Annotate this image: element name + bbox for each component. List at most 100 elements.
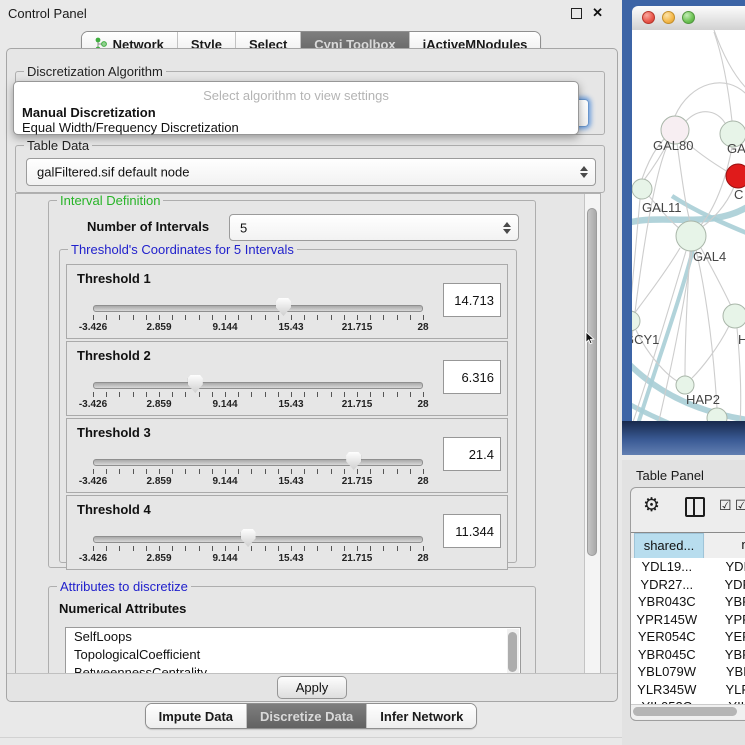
tick-mark <box>317 315 318 320</box>
threshold-value-field[interactable]: 21.4 <box>443 437 501 471</box>
slider-track[interactable] <box>93 536 423 543</box>
tick-mark <box>251 315 252 320</box>
close-icon[interactable]: ✕ <box>592 5 603 21</box>
table-row[interactable]: YBR043CYBR0 <box>631 593 745 611</box>
cell-shared-name[interactable]: YBR045C <box>631 646 703 664</box>
table-row[interactable]: YDR27...YDR2 <box>631 576 745 594</box>
group-title: Threshold's Coordinates for 5 Intervals <box>68 242 297 257</box>
cell-name[interactable]: YBR0 <box>703 646 745 664</box>
tick-mark <box>159 546 160 551</box>
threshold-slider[interactable]: -3.4262.8599.14415.4321.71528 <box>93 382 423 411</box>
scrollbar-thumb[interactable] <box>508 632 517 672</box>
divider <box>0 737 622 738</box>
cell-shared-name[interactable]: YDL19... <box>631 558 703 576</box>
cell-shared-name[interactable]: YDR27... <box>631 576 703 594</box>
tick-mark <box>212 546 213 551</box>
cell-shared-name[interactable]: YBL079W <box>631 663 703 681</box>
cell-shared-name[interactable]: YPR145W <box>631 611 703 629</box>
column-header-shared-name[interactable]: shared... <box>634 533 704 559</box>
cell-shared-name[interactable]: YBR043C <box>631 593 703 611</box>
tab-infer-network[interactable]: Infer Network <box>366 704 476 728</box>
table-row[interactable]: YBR045CYBR0 <box>631 646 745 664</box>
tab-impute-data[interactable]: Impute Data <box>146 704 246 728</box>
slider-ticks <box>93 392 423 398</box>
tick-mark <box>172 315 173 320</box>
slider-thumb[interactable] <box>188 375 203 393</box>
gear-icon[interactable]: ⚙ <box>643 494 660 516</box>
tick-mark <box>185 315 186 320</box>
control-panel-titlebar: Control Panel ✕ <box>0 0 622 26</box>
tick-mark <box>370 469 371 474</box>
node-label: GCY1 <box>624 332 659 347</box>
table-data-combo[interactable]: galFiltered.sif default node <box>26 158 596 186</box>
threshold-value-field[interactable]: 14.713 <box>443 283 501 317</box>
threshold-value-field[interactable]: 11.344 <box>443 514 501 548</box>
table-row[interactable]: YPR145WYPR1 <box>631 611 745 629</box>
tick-mark <box>225 469 226 474</box>
table-row[interactable]: YBL079WYBL0 <box>631 663 745 681</box>
settings-vertical-scrollbar[interactable] <box>584 194 600 674</box>
network-node[interactable] <box>632 179 652 199</box>
slider-track[interactable] <box>93 382 423 389</box>
cell-shared-name[interactable]: YER054C <box>631 628 703 646</box>
table-row[interactable]: YLR345WYLR3 <box>631 681 745 699</box>
checkbox-icon[interactable]: ☑ <box>735 498 745 514</box>
cell-name[interactable]: YDR2 <box>703 576 745 594</box>
slider-thumb[interactable] <box>346 452 361 470</box>
network-node[interactable] <box>622 311 640 331</box>
tick-mark <box>423 315 424 320</box>
tick-mark <box>172 392 173 397</box>
popup-option-equal-width-frequency[interactable]: Equal Width/Frequency Discretization <box>14 120 578 135</box>
float-window-icon[interactable] <box>571 8 582 19</box>
table-horizontal-scrollbar[interactable] <box>631 704 745 719</box>
tick-mark <box>423 546 424 551</box>
thresholds-list: Threshold 1 -3.4262.8599.14415.4321.7152… <box>66 264 508 572</box>
tick-mark <box>278 469 279 474</box>
scale-label: 15.43 <box>278 399 303 410</box>
attribute-list-item[interactable]: SelfLoops <box>66 628 520 646</box>
tick-mark <box>133 315 134 320</box>
slider-track[interactable] <box>93 459 423 466</box>
network-node[interactable] <box>676 221 706 251</box>
network-node[interactable] <box>726 164 745 188</box>
cell-name[interactable]: YDL1 <box>703 558 745 576</box>
scale-label: -3.426 <box>79 553 107 564</box>
slider-thumb[interactable] <box>241 529 256 547</box>
tab-discretize-data[interactable]: Discretize Data <box>246 704 366 728</box>
cell-name[interactable]: YPR1 <box>703 611 745 629</box>
threshold-slider[interactable]: -3.4262.8599.14415.4321.71528 <box>93 459 423 488</box>
network-canvas[interactable]: GAL80GACGAL11GAL4GCY1HHAP2 <box>622 0 745 455</box>
apply-button[interactable]: Apply <box>277 676 347 699</box>
table-row[interactable]: YDL19...YDL1 <box>631 558 745 576</box>
tick-mark <box>146 392 147 397</box>
select-all-checkbox-icon[interactable]: ☑ <box>719 498 732 514</box>
slider-track[interactable] <box>93 305 423 312</box>
column-header-name[interactable]: n <box>705 533 745 559</box>
node-label: GAL80 <box>653 138 693 153</box>
cell-shared-name[interactable]: YLR345W <box>631 681 703 699</box>
network-node[interactable] <box>723 304 745 328</box>
threshold-slider[interactable]: -3.4262.8599.14415.4321.71528 <box>93 305 423 334</box>
number-of-intervals-combo[interactable]: 5 <box>229 214 519 241</box>
scrollbar-thumb[interactable] <box>587 208 597 556</box>
tick-mark <box>265 392 266 397</box>
slider-thumb[interactable] <box>276 298 291 316</box>
cell-name[interactable]: YBR0 <box>703 593 745 611</box>
attributes-scrollbar[interactable] <box>507 629 519 675</box>
threshold-value-field[interactable]: 6.316 <box>443 360 501 394</box>
tick-mark <box>146 469 147 474</box>
cell-name[interactable]: YER0 <box>703 628 745 646</box>
tick-mark <box>410 546 411 551</box>
tick-mark <box>304 546 305 551</box>
cell-name[interactable]: YBL0 <box>703 663 745 681</box>
popup-option-manual-discretization[interactable]: Manual Discretization <box>14 105 578 120</box>
cell-name[interactable]: YLR3 <box>703 681 745 699</box>
scale-label: -3.426 <box>79 399 107 410</box>
table-row[interactable]: YER054CYER0 <box>631 628 745 646</box>
column-selector-icon[interactable] <box>685 497 705 517</box>
tick-mark <box>238 546 239 551</box>
screen: Control Panel ✕ NetworkStyleSelectCyni T… <box>0 0 745 745</box>
attribute-list-item[interactable]: TopologicalCoefficient <box>66 646 520 664</box>
scrollbar-thumb[interactable] <box>633 707 737 716</box>
threshold-slider[interactable]: -3.4262.8599.14415.4321.71528 <box>93 536 423 565</box>
